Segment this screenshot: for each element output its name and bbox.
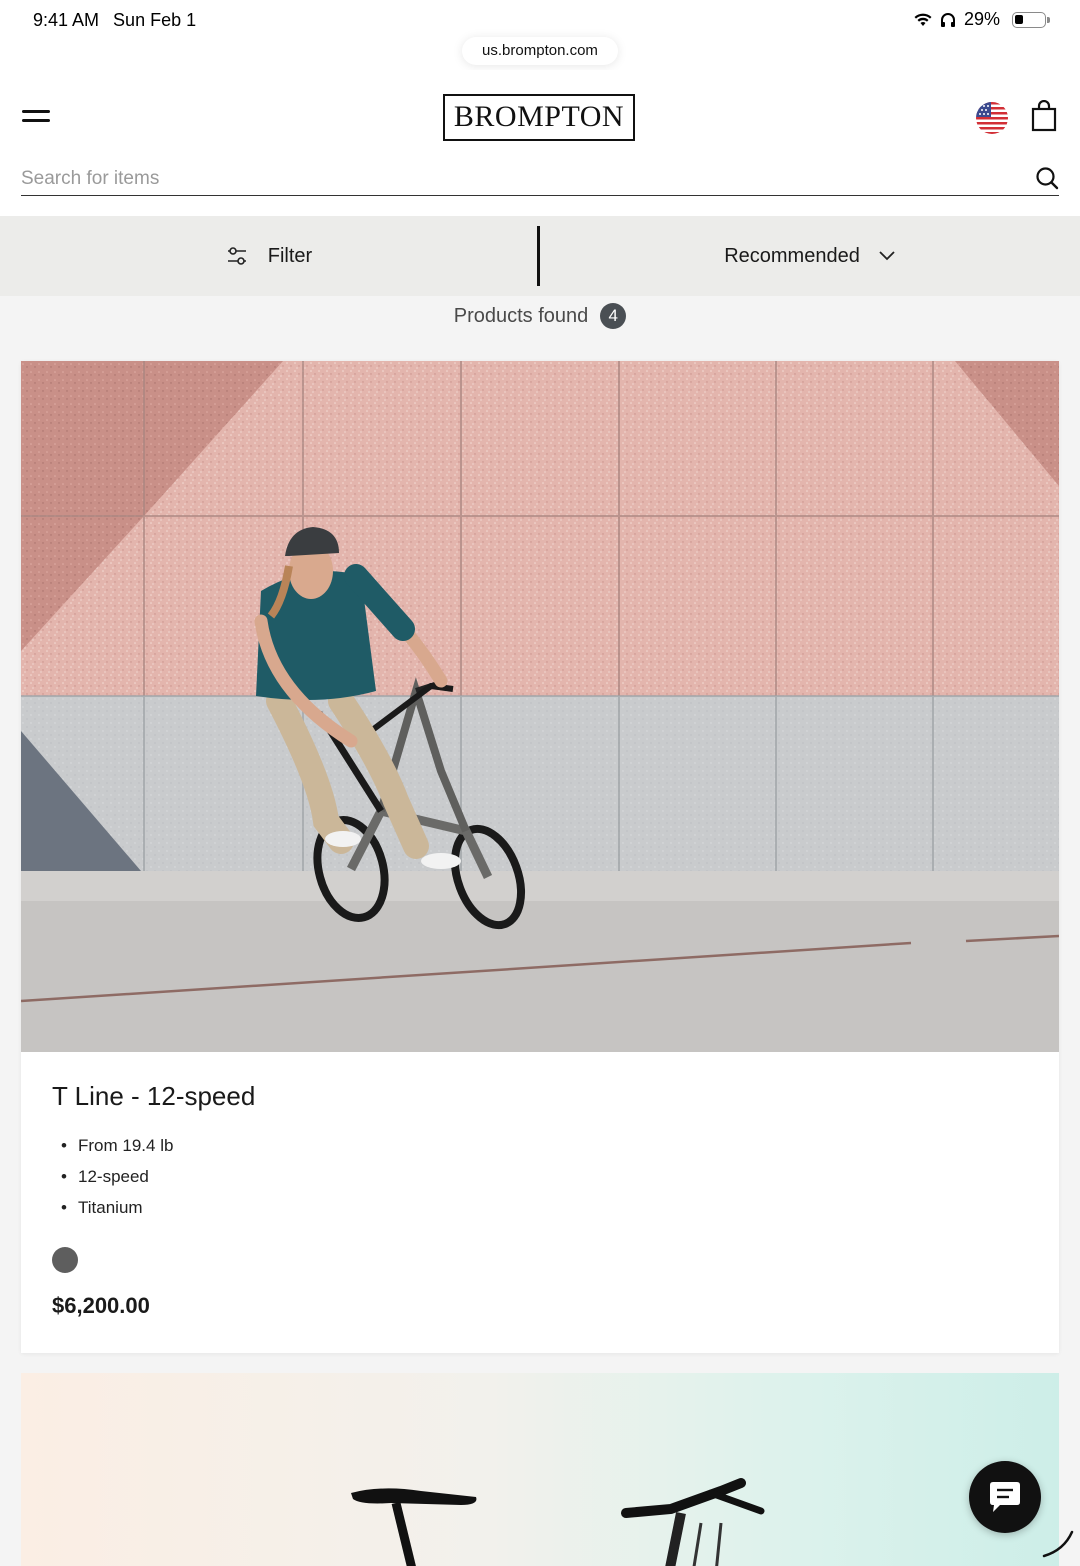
sort-dropdown[interactable]: Recommended bbox=[540, 216, 1080, 296]
sort-label: Recommended bbox=[724, 244, 860, 267]
address-bar[interactable]: us.brompton.com bbox=[462, 37, 618, 65]
hamburger-icon[interactable] bbox=[22, 108, 52, 124]
battery-percent: 29% bbox=[963, 9, 1000, 29]
results-label: Products found bbox=[453, 304, 589, 327]
battery-level bbox=[1015, 14, 1023, 24]
headphones-icon bbox=[940, 12, 955, 27]
spec-item: From 19.4 lb bbox=[61, 1133, 173, 1164]
filter-button[interactable]: Filter bbox=[0, 216, 538, 296]
shopping-bag-icon[interactable] bbox=[1031, 99, 1057, 132]
product-card[interactable]: T Line - 12-speed From 19.4 lb 12-speed … bbox=[21, 361, 1059, 1353]
filter-label: Filter bbox=[267, 244, 313, 267]
site-header: BROMPTON bbox=[0, 70, 1080, 216]
sliders-icon bbox=[227, 247, 246, 265]
status-time-date: 9:41 AM Sun Feb 1 bbox=[33, 10, 196, 31]
search-input[interactable] bbox=[21, 164, 1011, 194]
filter-sort-bar: Filter Recommended bbox=[0, 216, 1080, 296]
product-specs: From 19.4 lb 12-speed Titanium bbox=[61, 1133, 173, 1226]
chat-icon bbox=[990, 1482, 1020, 1512]
scroll-indicator bbox=[1042, 1530, 1074, 1558]
search-icon[interactable] bbox=[1035, 166, 1059, 190]
product-card[interactable] bbox=[21, 1373, 1059, 1566]
count-badge: 4 bbox=[600, 303, 627, 329]
product-title[interactable]: T Line - 12-speed bbox=[52, 1081, 255, 1112]
us-flag-icon[interactable] bbox=[976, 102, 1008, 134]
color-swatch[interactable] bbox=[52, 1247, 78, 1273]
results-count: Products found 4 bbox=[0, 300, 1080, 332]
spec-item: Titanium bbox=[61, 1195, 173, 1226]
chat-button[interactable] bbox=[969, 1461, 1041, 1533]
status-date: Sun Feb 1 bbox=[113, 10, 197, 30]
spec-item: 12-speed bbox=[61, 1164, 173, 1195]
product-image bbox=[21, 1373, 1059, 1566]
browser-url-area: us.brompton.com bbox=[0, 30, 1080, 70]
battery-icon bbox=[1012, 11, 1050, 28]
brompton-logo[interactable]: BROMPTON bbox=[443, 94, 635, 141]
product-image bbox=[21, 361, 1059, 1052]
search-bar bbox=[21, 164, 1059, 196]
status-time: 9:41 AM bbox=[33, 10, 100, 30]
status-indicators: 29% bbox=[914, 9, 1050, 30]
wifi-icon bbox=[914, 13, 932, 26]
product-price: $6,200.00 bbox=[52, 1293, 150, 1318]
chevron-down-icon bbox=[879, 251, 895, 261]
